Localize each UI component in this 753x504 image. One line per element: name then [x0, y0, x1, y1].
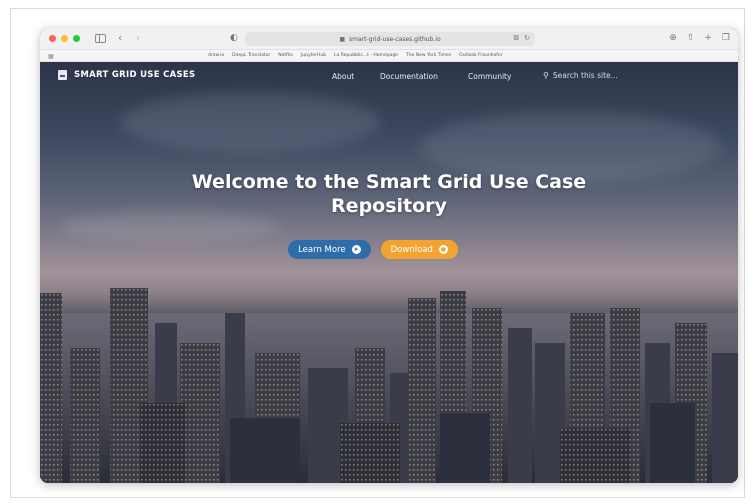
- bookmark-item[interactable]: Outlook Fraunhofer: [459, 53, 502, 58]
- hero-actions: Learn More ➤ Download ●: [40, 240, 738, 259]
- search-icon: ⚲: [543, 71, 549, 80]
- hero-headline: Welcome to the Smart Grid Use Case Repos…: [40, 170, 738, 218]
- reload-icon[interactable]: ↻: [524, 34, 530, 42]
- lock-icon: ■: [339, 35, 345, 43]
- bookmark-item[interactable]: JupyterHub: [301, 53, 326, 58]
- share-icon[interactable]: ⇧: [687, 33, 695, 43]
- cloud-decoration: [120, 92, 380, 152]
- hero-headline-line: Repository: [331, 195, 447, 217]
- site-brand[interactable]: SMART GRID USE CASES: [58, 70, 195, 80]
- bookmark-item[interactable]: draw.io: [208, 53, 224, 58]
- site-navbar: SMART GRID USE CASES About Documentation…: [40, 62, 738, 90]
- window-controls: [49, 35, 80, 42]
- nav-link-documentation[interactable]: Documentation: [380, 72, 438, 81]
- browser-window: ‹ › ◐ ■ smart-grid-use-cases.github.io ▧…: [40, 28, 738, 483]
- grid-icon[interactable]: ▦: [48, 53, 54, 60]
- address-bar[interactable]: ■ smart-grid-use-cases.github.io ▧ ↻: [245, 32, 535, 46]
- bookmarks-bar: ▦ draw.io DeepL Translator Netflix Jupyt…: [40, 50, 738, 62]
- nav-link-community[interactable]: Community: [468, 72, 511, 81]
- learn-more-label: Learn More: [298, 244, 346, 255]
- download-button[interactable]: Download ●: [380, 240, 458, 259]
- circle-arrow-icon: ➤: [351, 245, 361, 254]
- site-logo-icon: [58, 70, 67, 80]
- download-label: Download: [390, 244, 433, 255]
- bookmark-item[interactable]: DeepL Translator: [232, 53, 270, 58]
- site-search[interactable]: ⚲ Search this site...: [543, 71, 618, 80]
- hero-section: SMART GRID USE CASES About Documentation…: [40, 62, 738, 483]
- github-icon: ●: [438, 245, 448, 254]
- city-skyline-image: [40, 288, 738, 483]
- browser-toolbar: ‹ › ◐ ■ smart-grid-use-cases.github.io ▧…: [40, 28, 738, 50]
- toolbar-actions: ⊕ ⇧ + ❐: [669, 33, 730, 43]
- bookmark-item[interactable]: The New York Times: [406, 53, 451, 58]
- forward-icon[interactable]: ›: [136, 33, 140, 44]
- maximize-window-button[interactable]: [73, 35, 80, 42]
- hero-headline-line: Welcome to the Smart Grid Use Case: [191, 171, 587, 193]
- nav-link-about[interactable]: About: [332, 72, 354, 81]
- tabs-overview-icon[interactable]: ❐: [722, 33, 730, 43]
- search-input-placeholder: Search this site...: [552, 71, 618, 80]
- site-title: SMART GRID USE CASES: [74, 70, 196, 80]
- minimize-window-button[interactable]: [61, 35, 68, 42]
- bookmark-item[interactable]: Netflix: [278, 53, 293, 58]
- translate-icon[interactable]: ▧: [513, 34, 519, 41]
- download-icon[interactable]: ⊕: [669, 33, 677, 43]
- close-window-button[interactable]: [49, 35, 56, 42]
- learn-more-button[interactable]: Learn More ➤: [288, 240, 371, 259]
- sidebar-icon[interactable]: [95, 34, 106, 43]
- bookmark-item[interactable]: La Repubblic...t - Homepage: [334, 53, 398, 58]
- new-tab-icon[interactable]: +: [704, 33, 712, 43]
- url-text: smart-grid-use-cases.github.io: [349, 35, 441, 43]
- back-icon[interactable]: ‹: [118, 33, 122, 44]
- shield-icon[interactable]: ◐: [230, 33, 238, 43]
- bookmark-list: draw.io DeepL Translator Netflix Jupyter…: [208, 53, 503, 58]
